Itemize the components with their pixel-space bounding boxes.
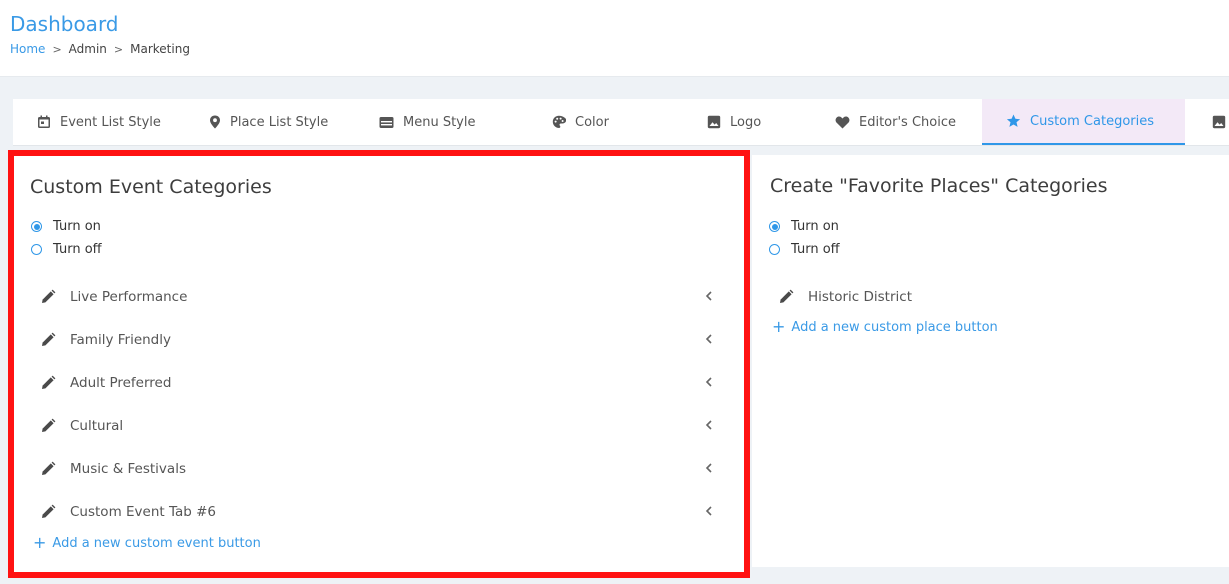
category-row[interactable]: Cultural xyxy=(40,411,714,441)
palette-icon xyxy=(552,115,566,128)
panel-title: Create "Favorite Places" Categories xyxy=(770,175,1108,197)
favorite-places-categories-panel: Create "Favorite Places" Categories Turn… xyxy=(752,155,1229,567)
plus-icon: + xyxy=(33,533,47,552)
category-row[interactable]: Custom Event Tab #6 xyxy=(40,497,714,527)
add-link-label: Add a new custom place button xyxy=(791,319,998,335)
tab-logo[interactable]: Logo xyxy=(707,99,761,145)
calendar-icon xyxy=(38,115,50,128)
pencil-icon[interactable] xyxy=(778,289,794,305)
add-custom-place-button[interactable]: + Add a new custom place button xyxy=(772,319,998,335)
category-label: Family Friendly xyxy=(70,332,171,348)
chevron-left-icon[interactable] xyxy=(704,289,714,303)
radio-label: Turn on xyxy=(791,219,839,234)
tab-label: Logo xyxy=(730,114,762,130)
radio-unchecked-icon xyxy=(31,244,42,255)
category-row[interactable]: Music & Festivals xyxy=(40,454,714,484)
radio-label: Turn off xyxy=(53,242,102,257)
add-custom-event-button[interactable]: + Add a new custom event button xyxy=(33,535,261,551)
heart-icon xyxy=(835,115,850,128)
pencil-icon[interactable] xyxy=(40,289,56,305)
category-label: Historic District xyxy=(808,289,912,305)
tab-color[interactable]: Color xyxy=(552,99,609,145)
breadcrumb-separator: > xyxy=(113,42,124,56)
category-label: Cultural xyxy=(70,418,124,434)
category-label: Adult Preferred xyxy=(70,375,172,391)
chevron-left-icon[interactable] xyxy=(704,332,714,346)
add-link-label: Add a new custom event button xyxy=(52,535,261,551)
radio-checked-icon xyxy=(31,221,42,232)
tab-custom-categories[interactable]: Custom Categories xyxy=(982,99,1185,145)
category-row[interactable]: Family Friendly xyxy=(40,325,714,355)
pencil-icon[interactable] xyxy=(40,332,56,348)
tab-label: Place List Style xyxy=(230,114,329,130)
page-title: Dashboard xyxy=(10,12,119,36)
tab-label: Custom Categories xyxy=(1030,113,1155,129)
pencil-icon[interactable] xyxy=(40,504,56,520)
tab-label: Color xyxy=(575,114,609,130)
image-icon xyxy=(1212,115,1226,129)
pencil-icon[interactable] xyxy=(40,461,56,477)
tab-place-list-style[interactable]: Place List Style xyxy=(209,99,328,145)
chevron-left-icon[interactable] xyxy=(704,418,714,432)
radio-unchecked-icon xyxy=(769,244,780,255)
plus-icon: + xyxy=(772,317,786,336)
breadcrumb: Home > Admin > Marketing xyxy=(10,42,190,56)
page-header: Dashboard Home > Admin > Marketing xyxy=(0,0,1229,77)
image-icon xyxy=(707,115,721,129)
radio-label: Turn on xyxy=(53,219,101,234)
category-label: Music & Festivals xyxy=(70,461,186,477)
map-pin-icon xyxy=(210,115,220,129)
chevron-left-icon[interactable] xyxy=(704,461,714,475)
settings-tabs: Event List Style Place List Style Menu S… xyxy=(13,99,1229,146)
breadcrumb-admin[interactable]: Admin xyxy=(69,42,107,56)
category-label: Live Performance xyxy=(70,289,188,305)
place-turn-off-radio[interactable]: Turn off xyxy=(769,242,840,257)
tab-label: Event List Style xyxy=(60,114,161,130)
menu-card-icon xyxy=(379,116,394,128)
radio-label: Turn off xyxy=(791,242,840,257)
tab-menu-style[interactable]: Menu Style xyxy=(379,99,475,145)
chevron-left-icon[interactable] xyxy=(704,504,714,518)
breadcrumb-separator: > xyxy=(52,42,62,56)
event-turn-on-radio[interactable]: Turn on xyxy=(31,219,101,234)
breadcrumb-marketing: Marketing xyxy=(130,42,190,56)
tab-editors-choice[interactable]: Editor's Choice xyxy=(835,99,956,145)
category-row[interactable]: Adult Preferred xyxy=(40,368,714,398)
category-row[interactable]: Live Performance xyxy=(40,282,714,312)
place-turn-on-radio[interactable]: Turn on xyxy=(769,219,839,234)
tab-more-image[interactable] xyxy=(1212,99,1229,145)
category-label: Custom Event Tab #6 xyxy=(70,504,217,520)
panel-title: Custom Event Categories xyxy=(30,176,272,198)
breadcrumb-home[interactable]: Home xyxy=(10,42,45,56)
custom-event-categories-panel: Custom Event Categories Turn on Turn off… xyxy=(8,150,750,578)
pencil-icon[interactable] xyxy=(40,418,56,434)
star-icon xyxy=(1006,114,1021,127)
tab-label: Editor's Choice xyxy=(859,114,956,130)
chevron-left-icon[interactable] xyxy=(704,375,714,389)
category-row[interactable]: Historic District xyxy=(778,282,1198,312)
tab-label: Menu Style xyxy=(403,114,476,130)
pencil-icon[interactable] xyxy=(40,375,56,391)
event-turn-off-radio[interactable]: Turn off xyxy=(31,242,102,257)
tab-event-list-style[interactable]: Event List Style xyxy=(37,99,161,145)
radio-checked-icon xyxy=(769,221,780,232)
